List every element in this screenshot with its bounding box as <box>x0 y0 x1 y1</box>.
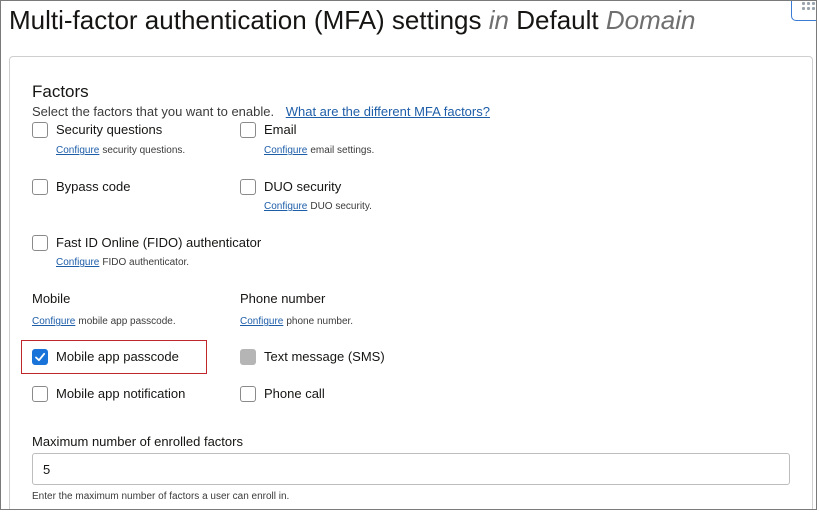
mobile-group-title: Mobile <box>32 291 71 306</box>
security-questions-label: Security questions <box>56 122 163 137</box>
fido-label: Fast ID Online (FIDO) authenticator <box>56 235 262 250</box>
phone-hint: Configure phone number. <box>240 316 354 327</box>
mobile-hint: Configure mobile app passcode. <box>32 316 176 327</box>
mobile-app-passcode-checkbox[interactable] <box>32 349 48 365</box>
phone-group-title: Phone number <box>240 291 326 306</box>
email-label: Email <box>264 122 297 137</box>
app-window: Multi-factor authentication (MFA) settin… <box>0 0 817 510</box>
mfa-factors-help-link[interactable]: What are the different MFA factors? <box>286 104 490 119</box>
duo-security-checkbox[interactable] <box>240 179 256 195</box>
max-factors-label: Maximum number of enrolled factors <box>32 434 243 449</box>
configure-email-link[interactable]: Configure <box>264 145 307 156</box>
max-factors-help: Enter the maximum number of factors a us… <box>32 491 290 502</box>
sms-label: Text message (SMS) <box>264 349 385 364</box>
factors-description: Select the factors that you want to enab… <box>32 104 490 119</box>
mobile-app-notification-label: Mobile app notification <box>56 386 186 401</box>
title-domain-suffix: Domain <box>605 5 696 35</box>
title-domain: Default <box>516 5 599 35</box>
configure-security-questions-link[interactable]: Configure <box>56 145 99 156</box>
mobile-app-passcode-label: Mobile app passcode <box>56 349 179 364</box>
configure-phone-link[interactable]: Configure <box>240 316 283 327</box>
bypass-code-label: Bypass code <box>56 179 131 194</box>
title-in: in <box>488 5 510 35</box>
email-hint: Configure email settings. <box>264 145 375 156</box>
phone-call-checkbox[interactable] <box>240 386 256 402</box>
max-factors-input[interactable] <box>32 453 790 485</box>
email-checkbox[interactable] <box>240 122 256 138</box>
page-title: Multi-factor authentication (MFA) settin… <box>9 5 695 36</box>
configure-duo-link[interactable]: Configure <box>264 201 307 212</box>
duo-security-hint: Configure DUO security. <box>264 201 372 212</box>
factors-title: Factors <box>32 82 89 101</box>
fido-hint: Configure FIDO authenticator. <box>56 257 190 268</box>
fido-checkbox[interactable] <box>32 235 48 251</box>
security-questions-checkbox[interactable] <box>32 122 48 138</box>
duo-security-label: DUO security <box>264 179 342 194</box>
factors-description-text: Select the factors that you want to enab… <box>32 104 275 119</box>
checkmark-icon <box>35 352 46 362</box>
title-prefix: Multi-factor authentication (MFA) settin… <box>9 5 482 35</box>
grid-icon[interactable] <box>791 1 816 21</box>
phone-call-label: Phone call <box>264 386 325 401</box>
bypass-code-checkbox[interactable] <box>32 179 48 195</box>
security-questions-hint: Configure security questions. <box>56 145 186 156</box>
configure-mobile-link[interactable]: Configure <box>32 316 75 327</box>
mobile-app-notification-checkbox[interactable] <box>32 386 48 402</box>
configure-fido-link[interactable]: Configure <box>56 257 99 268</box>
sms-checkbox <box>240 349 256 365</box>
